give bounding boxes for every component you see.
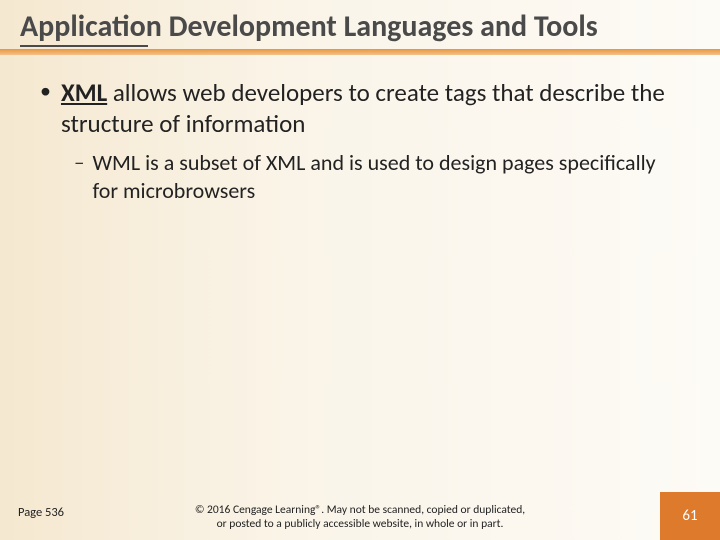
slide-number-box: 61 [660,492,720,540]
slide-content: • XML allows web developers to create ta… [0,59,720,206]
bullet-2-text: WML is a subset of XML and is used to de… [92,149,680,205]
bullet-1-text: XML allows web developers to create tags… [61,77,680,140]
copyright-text: © 2016 Cengage Learning®. May not be sca… [190,504,530,532]
title-underline [20,49,700,59]
bullet-level-2: – WML is a subset of XML and is used to … [74,149,680,205]
page-reference: Page 536 [18,505,64,520]
bullet-dot-icon: • [40,77,51,140]
bullet-dash-icon: – [74,149,84,205]
bullet-1-term: XML [61,77,107,108]
slide-number: 61 [682,507,697,525]
bullet-level-1: • XML allows web developers to create ta… [40,77,680,140]
title-block: Application Development Languages and To… [0,0,720,59]
slide-title: Application Development Languages and To… [20,10,700,45]
bullet-1-rest: allows web developers to create tags tha… [61,77,665,139]
slide-footer: Page 536 © 2016 Cengage Learning®. May n… [0,484,720,540]
